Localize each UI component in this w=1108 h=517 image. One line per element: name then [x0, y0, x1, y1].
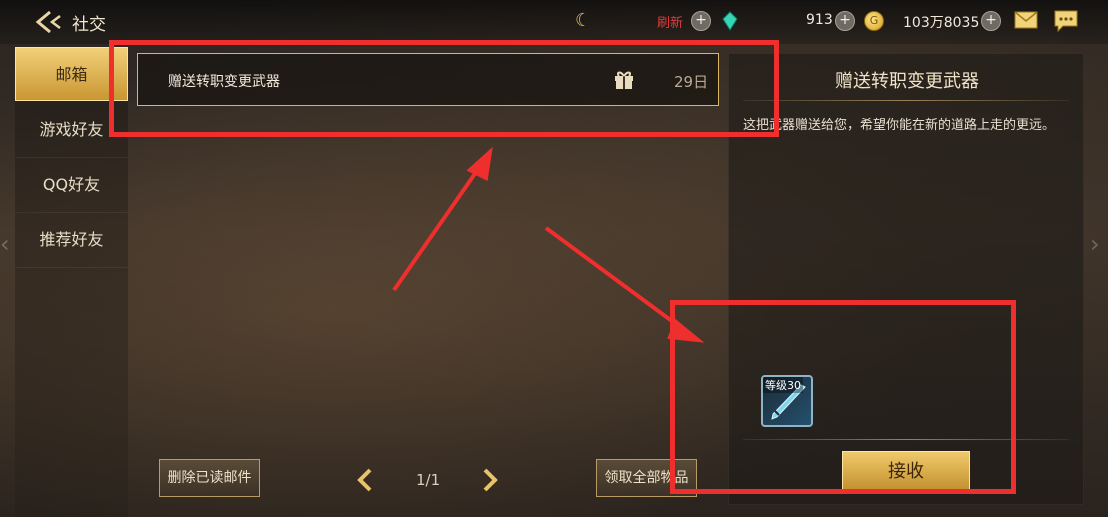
sidebar-item-mailbox[interactable]: 邮箱 — [15, 47, 128, 101]
divider — [743, 439, 1069, 440]
add-currency-1-button[interactable]: + — [835, 11, 855, 31]
add-currency-2-button[interactable]: + — [981, 11, 1001, 31]
gift-icon — [613, 68, 635, 90]
mail-list-item[interactable]: 赠送转职变更武器 29日 — [137, 53, 719, 106]
gem-icon — [722, 11, 738, 35]
gold-coin-icon: G — [864, 11, 884, 31]
reward-level-label: 等级30 — [763, 377, 803, 393]
sidebar: 邮箱 游戏好友 QQ好友 推荐好友 — [15, 47, 128, 517]
prev-page-icon[interactable] — [357, 468, 373, 492]
delete-read-mail-button[interactable]: 删除已读邮件 — [159, 459, 260, 497]
sidebar-item-game-friends[interactable]: 游戏好友 — [15, 103, 128, 158]
claim-all-button[interactable]: 领取全部物品 — [596, 459, 697, 497]
next-page-icon[interactable] — [482, 468, 498, 492]
annotation-arrow-down-head — [667, 318, 705, 343]
right-edge-chevron-icon: › — [1090, 230, 1100, 258]
sidebar-item-recommended-friends[interactable]: 推荐好友 — [15, 213, 128, 268]
page-indicator: 1/1 — [416, 471, 441, 489]
page-title: 社交 — [72, 15, 106, 35]
mail-subject: 赠送转职变更武器 — [168, 74, 280, 90]
add-refresh-button[interactable]: + — [691, 11, 711, 31]
mail-days-left: 29日 — [674, 73, 709, 91]
mail-detail-body: 这把武器赠送给您，希望你能在新的道路上走的更远。 — [743, 118, 1056, 133]
mail-detail-panel: 赠送转职变更武器 这把武器赠送给您，希望你能在新的道路上走的更远。 等级30 接… — [728, 53, 1084, 505]
back-arrow-icon[interactable] — [34, 8, 64, 36]
currency-amount-1: 913 — [806, 12, 833, 28]
currency-amount-2: 103万8035 — [903, 15, 980, 31]
annotation-arrow-down-line — [544, 226, 686, 332]
divider — [743, 100, 1069, 101]
chat-icon[interactable] — [1053, 9, 1079, 33]
reward-item-weapon[interactable]: 等级30 — [761, 375, 813, 427]
refresh-label[interactable]: 刷新 — [657, 12, 683, 31]
moon-icon: ☾ — [575, 10, 592, 31]
mail-detail-title: 赠送转职变更武器 — [835, 71, 979, 92]
annotation-arrow-up-line — [392, 163, 483, 292]
left-edge-chevron-icon: ‹ — [0, 230, 10, 258]
receive-button[interactable]: 接收 — [842, 451, 970, 493]
mail-icon[interactable] — [1014, 11, 1038, 29]
sidebar-item-qq-friends[interactable]: QQ好友 — [15, 158, 128, 213]
top-bar: 社交 ☾ 刷新 + 913 + G 103万8035 + — [0, 0, 1108, 44]
annotation-arrow-up-head — [466, 146, 493, 182]
